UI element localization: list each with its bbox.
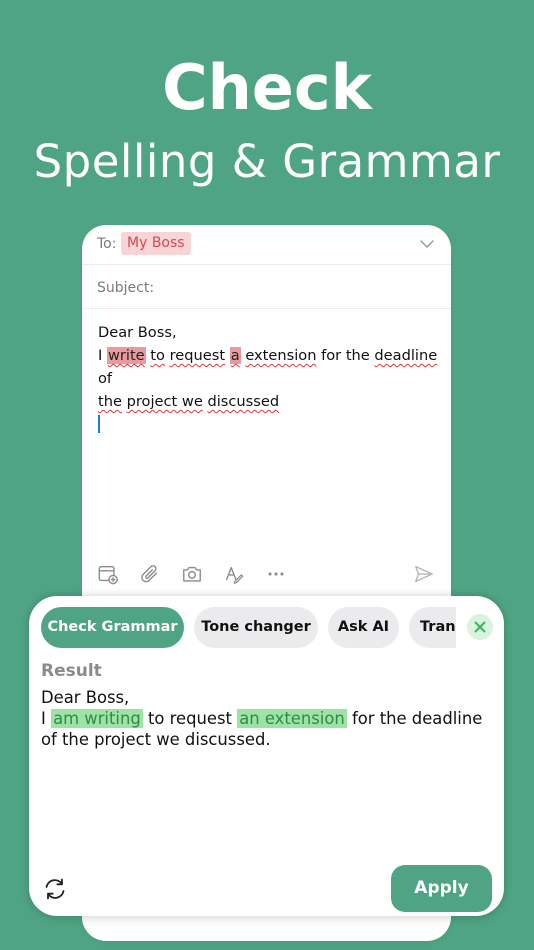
chip-check-grammar[interactable]: Check Grammar	[41, 607, 184, 648]
subject-label: Subject:	[97, 280, 155, 296]
body-greeting: Dear Boss,	[98, 324, 177, 341]
error-word-a[interactable]: a	[229, 347, 241, 364]
result-text: Dear Boss, I am writing to request an ex…	[41, 688, 483, 749]
calendar-add-icon[interactable]	[97, 563, 119, 585]
feature-chips: Check Grammar Tone changer Ask AI Transl…	[41, 607, 456, 648]
error-word-write[interactable]: write	[106, 347, 146, 364]
mail-body[interactable]: Dear Boss, I write to request a extensio…	[98, 321, 438, 433]
chip-tone-changer[interactable]: Tone changer	[194, 607, 318, 648]
chip-ask-ai[interactable]: Ask AI	[328, 607, 399, 648]
fix-an-extension: an extension	[237, 709, 347, 728]
apply-button[interactable]: Apply	[391, 865, 492, 912]
fix-am-writing: am writing	[51, 709, 143, 728]
subject-row[interactable]: Subject:	[82, 265, 451, 309]
hero-title: Check	[162, 51, 372, 124]
body-line-2: the project we discussed	[98, 393, 280, 410]
refresh-icon[interactable]	[42, 876, 68, 902]
chevron-down-icon[interactable]	[419, 236, 435, 252]
camera-icon[interactable]	[181, 563, 203, 585]
compose-toolbar	[97, 561, 437, 587]
result-label: Result	[41, 661, 102, 681]
text-cursor	[98, 415, 100, 433]
grammar-panel: Check Grammar Tone changer Ask AI Transl…	[29, 596, 504, 916]
body-line-1: I write to request a extension for the d…	[98, 347, 438, 387]
send-icon[interactable]	[413, 563, 435, 585]
to-label: To:	[97, 236, 117, 252]
to-row[interactable]: To: My Boss	[82, 225, 451, 265]
more-icon[interactable]	[265, 563, 287, 585]
hero-subtitle: Spelling & Grammar	[33, 135, 501, 188]
close-icon[interactable]	[467, 614, 493, 640]
handwriting-icon[interactable]	[223, 563, 245, 585]
chip-translate[interactable]: Translate	[409, 607, 456, 648]
paperclip-icon[interactable]	[139, 563, 161, 585]
recipient-chip[interactable]: My Boss	[121, 232, 191, 255]
